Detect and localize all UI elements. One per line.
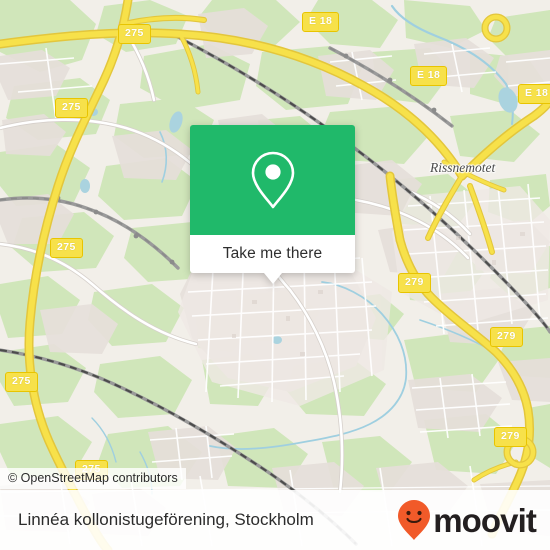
road-shield: 279 (494, 427, 527, 447)
road-shield: E 18 (302, 12, 340, 32)
popup-tail-pointer (263, 273, 282, 284)
location-pin-icon (251, 151, 294, 209)
map-screen: 275275275275275E 18E 18E 18279279279 Ris… (0, 0, 550, 550)
road-shield: 275 (50, 238, 83, 258)
moovit-wordmark: moovit (433, 501, 537, 539)
popup-header (190, 125, 355, 235)
road-shield: 275 (5, 372, 38, 392)
road-shield: 275 (55, 98, 88, 118)
road-shield: 275 (118, 24, 151, 44)
moovit-pin-icon (398, 500, 431, 540)
road-shield: E 18 (410, 66, 448, 86)
map-attribution[interactable]: © OpenStreetMap contributors (0, 468, 186, 489)
popup-action-bar[interactable]: Take me there (190, 235, 355, 284)
location-title: Linnéa kollonistugeförening, Stockholm (18, 510, 314, 529)
road-shield: 279 (490, 327, 523, 347)
location-popup-card[interactable]: Take me there (190, 125, 355, 284)
road-shield: E 18 (518, 84, 550, 104)
place-label: Rissnemotet (430, 160, 496, 175)
take-me-there-label: Take me there (222, 245, 323, 262)
road-shield: 279 (398, 273, 431, 293)
moovit-logo[interactable]: moovit (397, 499, 537, 541)
footer-bar: Linnéa kollonistugeförening, Stockholm m… (0, 490, 550, 550)
